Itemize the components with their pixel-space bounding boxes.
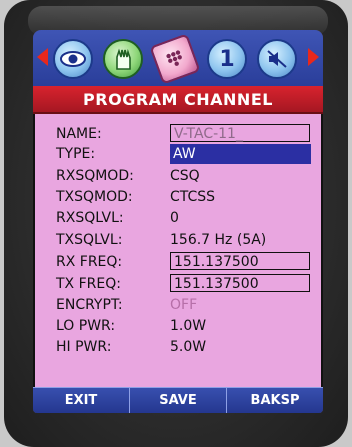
tab-one-label: 1 — [219, 46, 235, 72]
tab-hand[interactable] — [103, 37, 143, 81]
field-row-txsqlvl[interactable]: TXSQLVL: 156.7 Hz (5A) — [56, 230, 316, 250]
txsqmod-value[interactable]: CTCSS — [170, 187, 215, 207]
txsqlvl-value[interactable]: 156.7 Hz (5A) — [170, 230, 266, 250]
field-label-txsqlvl: TXSQLVL: — [56, 232, 123, 248]
field-row-rxfreq[interactable]: RX FREQ: 151.137500 — [56, 252, 316, 272]
keypad-icon — [149, 33, 201, 85]
hand-icon — [103, 39, 143, 79]
field-label-hipwr: HI PWR: — [56, 339, 112, 355]
encrypt-value[interactable]: OFF — [170, 295, 197, 315]
field-label-txsqmod: TXSQMOD: — [56, 189, 133, 205]
speaker-mute-icon — [257, 39, 297, 79]
tab-keypad[interactable] — [149, 33, 201, 85]
field-row-hipwr[interactable]: HI PWR: 5.0W — [56, 337, 316, 357]
backspace-button[interactable]: BAKSP — [226, 387, 323, 413]
field-row-type[interactable]: TYPE: AW — [56, 144, 316, 164]
rx-freq-field[interactable]: 151.137500 — [170, 252, 310, 270]
exit-button[interactable]: EXIT — [33, 387, 129, 413]
field-row-txfreq[interactable]: TX FREQ: 151.137500 — [56, 274, 316, 294]
save-button[interactable]: SAVE — [129, 387, 226, 413]
scroll-left-arrow-icon[interactable] — [37, 48, 48, 66]
field-label-encrypt: ENCRYPT: — [56, 297, 123, 313]
tab-eye[interactable] — [53, 37, 93, 81]
tab-speaker[interactable] — [257, 37, 297, 81]
field-row-lopwr[interactable]: LO PWR: 1.0W — [56, 316, 316, 336]
page-title: PROGRAM CHANNEL — [33, 86, 323, 114]
top-toolbar: 1 — [33, 30, 323, 86]
hi-pwr-value[interactable]: 5.0W — [170, 337, 206, 357]
field-row-encrypt[interactable]: ENCRYPT: OFF — [56, 295, 316, 315]
rxsqmod-value[interactable]: CSQ — [170, 166, 200, 186]
field-label-name: NAME: — [56, 126, 102, 142]
field-label-rxsqlvl: RXSQLVL: — [56, 210, 124, 226]
field-label-type: TYPE: — [56, 146, 96, 162]
field-label-rxfreq: RX FREQ: — [56, 254, 123, 270]
type-field[interactable]: AW — [170, 144, 311, 164]
field-row-rxsqlvl[interactable]: RXSQLVL: 0 — [56, 208, 316, 228]
eye-icon — [53, 39, 93, 79]
rxsqlvl-value[interactable]: 0 — [170, 208, 179, 228]
field-label-txfreq: TX FREQ: — [56, 276, 121, 292]
lo-pwr-value[interactable]: 1.0W — [170, 316, 206, 336]
field-row-rxsqmod[interactable]: RXSQMOD: CSQ — [56, 166, 316, 186]
tab-one[interactable]: 1 — [207, 37, 247, 81]
field-label-lopwr: LO PWR: — [56, 318, 116, 334]
scroll-right-arrow-icon[interactable] — [308, 48, 319, 66]
number-one-icon: 1 — [207, 39, 247, 79]
field-label-rxsqmod: RXSQMOD: — [56, 168, 134, 184]
name-field[interactable]: V-TAC-11_ — [170, 124, 310, 142]
device-screen: 1 PROGRAM CHANNEL NAME: V-TAC-11_ TYPE: … — [33, 30, 323, 413]
field-row-txsqmod[interactable]: TXSQMOD: CTCSS — [56, 187, 316, 207]
tx-freq-field[interactable]: 151.137500 — [170, 274, 310, 292]
field-row-name[interactable]: NAME: V-TAC-11_ — [56, 124, 316, 144]
softkey-bar: EXIT SAVE BAKSP — [33, 387, 323, 413]
